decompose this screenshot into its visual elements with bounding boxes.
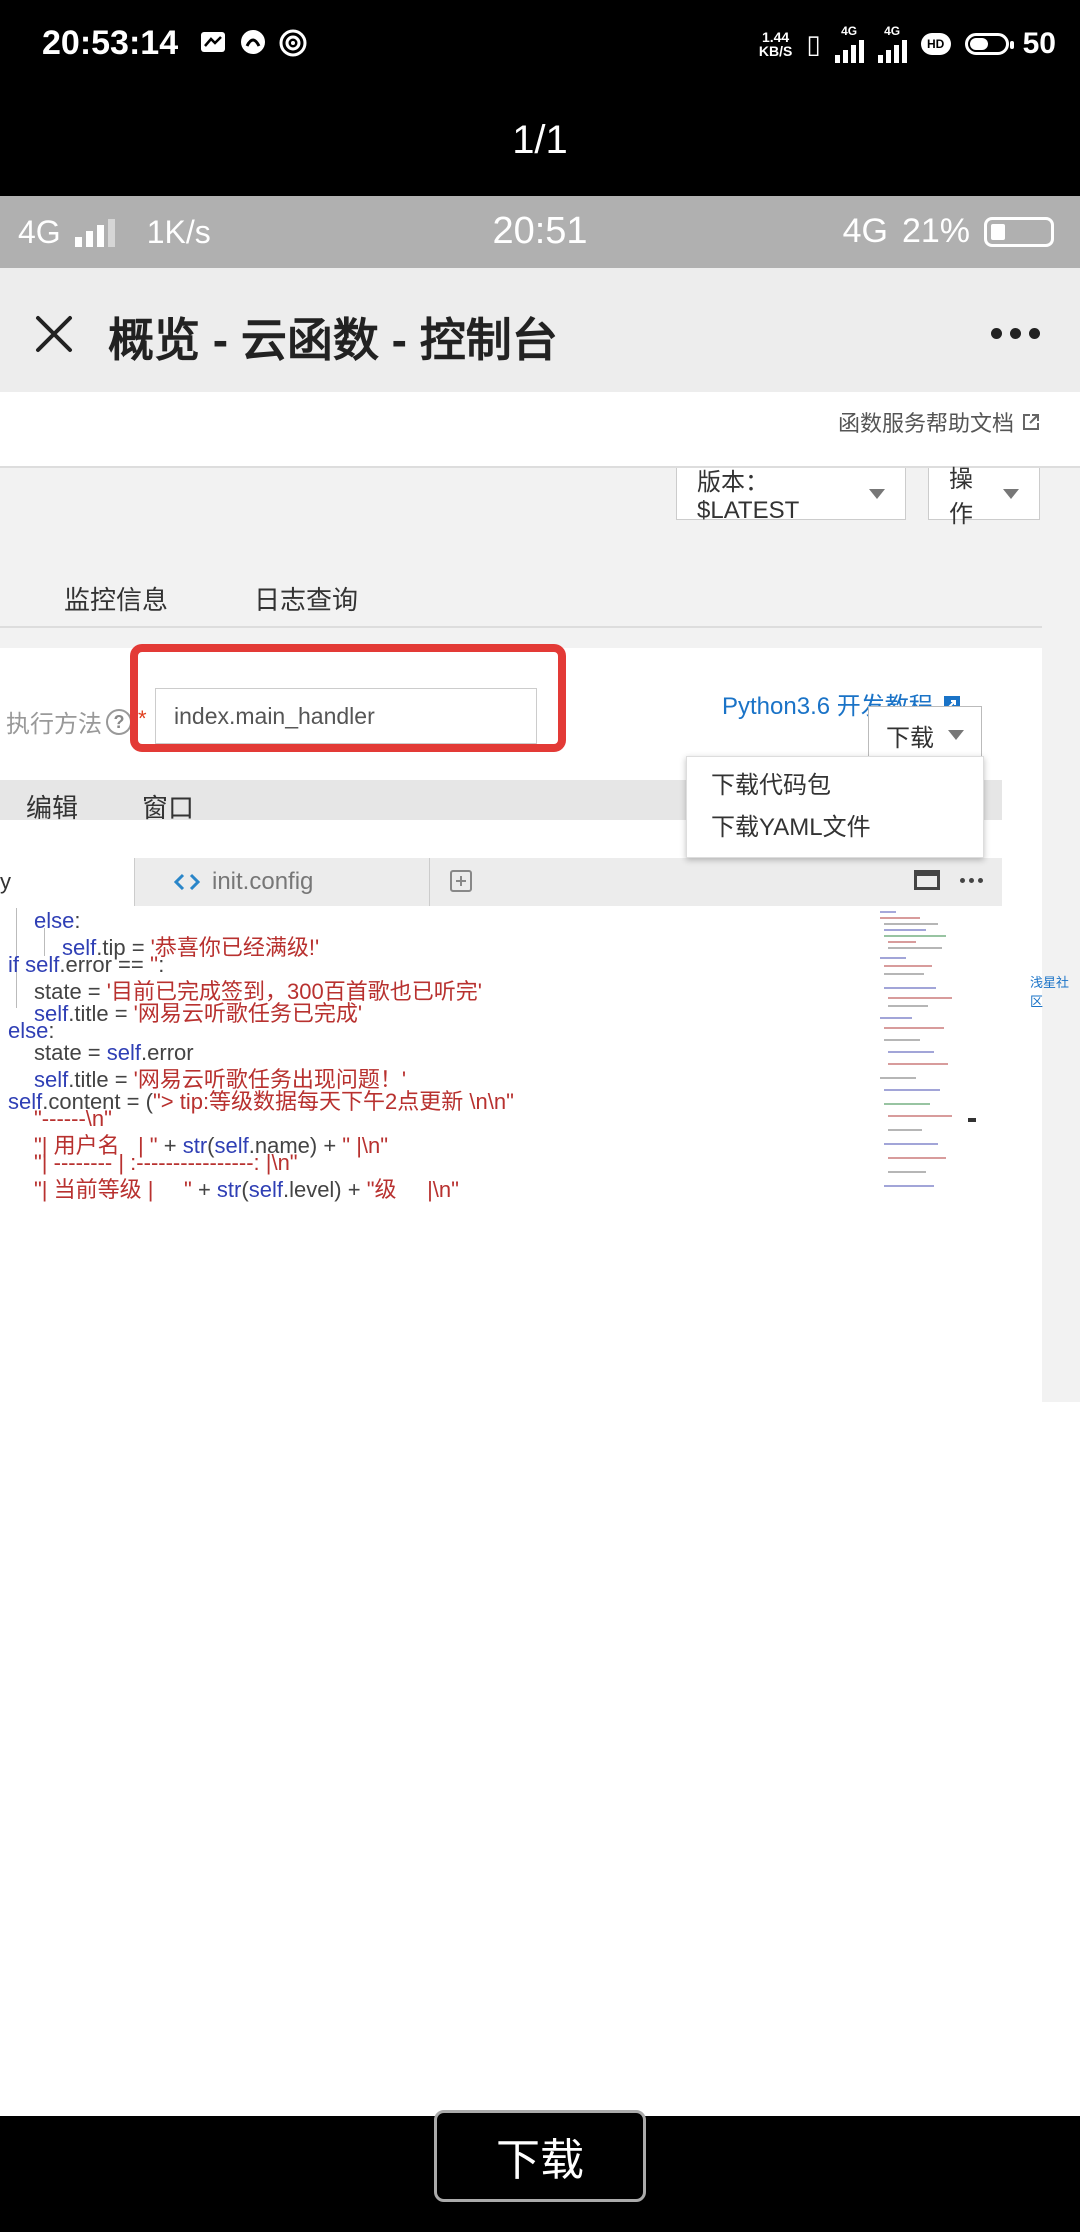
save-image-download-button[interactable]: 下载 xyxy=(434,2110,646,2202)
close-icon[interactable] xyxy=(30,310,78,358)
code-editor[interactable]: else: self.tip = '恭喜你已经满级!' if self.erro… xyxy=(0,908,1002,1402)
help-docs-link[interactable]: 函数服务帮助文档 xyxy=(838,406,1040,438)
webview-title-bar: 概览 - 云函数 - 控制台 xyxy=(0,268,1080,392)
app-icon xyxy=(238,28,268,58)
menu-item-download-yaml[interactable]: 下载YAML文件 xyxy=(687,807,983,849)
highlight-annotation xyxy=(130,644,566,752)
action-select[interactable]: 操作 xyxy=(928,466,1040,528)
inner-status-right: 4G 21% xyxy=(843,212,1054,251)
battery-level: 50 xyxy=(1022,27,1056,60)
side-community-link[interactable]: 浅星社区 xyxy=(1030,972,1080,1010)
menu-edit[interactable]: 编辑 xyxy=(26,788,78,825)
help-question-icon[interactable]: ? xyxy=(106,708,132,735)
code-line: self.title = '网易云听歌任务已完成' xyxy=(34,1001,363,1026)
signal-2: 4G xyxy=(877,25,907,63)
editor-tab-active[interactable]: y xyxy=(0,858,135,906)
battery-icon xyxy=(984,216,1054,247)
battery-icon xyxy=(964,33,1014,55)
external-link-icon xyxy=(1023,414,1039,430)
signal-bars-icon xyxy=(877,37,907,63)
caret-down-icon xyxy=(869,488,885,499)
code-line: "| 当前等级 | " + str(self.level) + "级 |\n" xyxy=(34,1177,459,1202)
page-title: 概览 - 云函数 - 控制台 xyxy=(108,314,558,366)
signal-bars-icon xyxy=(834,37,864,63)
editor-more-icon[interactable] xyxy=(960,878,983,883)
page-counter: 1/1 xyxy=(512,118,568,162)
more-options-icon[interactable] xyxy=(991,328,1040,339)
add-tab-icon[interactable] xyxy=(450,870,472,892)
download-menu: 下载代码包 下载YAML文件 xyxy=(686,756,984,858)
code-minimap[interactable] xyxy=(876,908,976,1198)
tab-monitor[interactable]: 监控信息 xyxy=(64,580,168,617)
phone-status-bar: 20:53:14 1.44 KB/S ▯ 4G 4G HD 50 xyxy=(0,0,1080,90)
screenshot-viewport: 4G 1K/s 20:51 4G 21% 概览 - 云函数 - 控制台 函数服务… xyxy=(0,196,1080,1402)
tab-log-query[interactable]: 日志查询 xyxy=(254,580,358,617)
net-speed: 1.44 KB/S xyxy=(758,29,793,59)
tabs-divider xyxy=(0,626,1042,628)
maximize-window-icon[interactable] xyxy=(914,870,940,890)
caret-down-icon xyxy=(1003,488,1019,499)
code-icon xyxy=(174,873,200,891)
version-select[interactable]: 版本：$LATEST xyxy=(676,468,906,524)
signal-1: 4G xyxy=(834,25,864,63)
editor-tab-init-config[interactable]: init.config xyxy=(134,858,430,906)
status-time: 20:53:14 xyxy=(42,24,179,62)
exec-method-label: 执行方法 ? xyxy=(6,704,132,739)
caret-down-icon xyxy=(948,730,964,740)
status-right-group: 1.44 KB/S ▯ 4G 4G HD 50 xyxy=(759,24,1056,64)
inner-status-bar: 4G 1K/s 20:51 4G 21% xyxy=(0,196,1080,268)
message-icon xyxy=(198,28,228,58)
menu-item-download-code[interactable]: 下载代码包 xyxy=(687,765,983,807)
menu-window[interactable]: 窗口 xyxy=(142,788,194,825)
blank-area xyxy=(0,1402,1080,2116)
hotspot-icon xyxy=(278,28,308,58)
vibrate-icon: ▯ xyxy=(806,28,821,59)
hd-icon: HD xyxy=(920,33,951,55)
